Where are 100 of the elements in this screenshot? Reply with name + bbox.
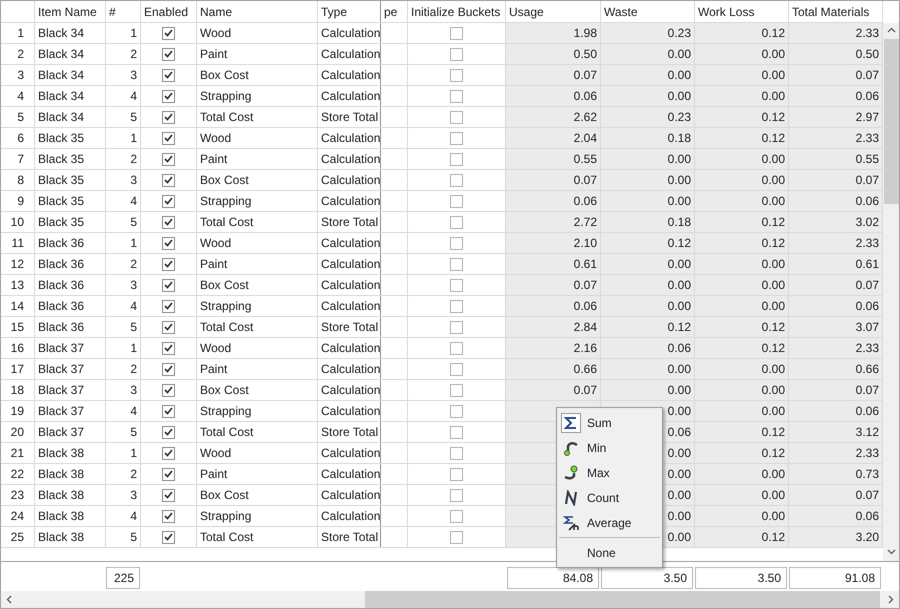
checkbox[interactable] (450, 530, 463, 544)
checkbox[interactable] (162, 426, 175, 438)
checkbox[interactable] (162, 362, 175, 376)
checkbox[interactable] (450, 26, 463, 40)
checkbox[interactable] (162, 90, 175, 102)
checkbox[interactable] (162, 26, 175, 40)
table-cell-text: Wood (200, 25, 232, 42)
table-cell-text: Wood (200, 340, 232, 357)
table-cell: 2.33 (789, 338, 883, 358)
checkbox[interactable] (450, 152, 463, 166)
checkbox[interactable] (450, 446, 463, 460)
checkbox[interactable] (162, 48, 175, 60)
table-cell: 1.98 (506, 23, 601, 43)
summary-cell[interactable]: 84.08 (507, 567, 599, 589)
column-header[interactable]: Waste (604, 2, 638, 20)
table-cell-text: Black 38 (38, 529, 84, 546)
checkbox[interactable] (450, 362, 463, 376)
checkbox[interactable] (162, 152, 175, 166)
table-cell-text: Black 36 (38, 298, 84, 315)
table-cell-text: Black 35 (38, 172, 84, 189)
checkbox[interactable] (450, 236, 463, 250)
table-cell: 2.97 (789, 107, 883, 127)
checkbox[interactable] (450, 384, 463, 396)
checkbox[interactable] (162, 132, 175, 144)
column-header[interactable]: Initialize Buckets (411, 2, 500, 20)
scroll-up-icon[interactable] (886, 27, 896, 33)
checkbox[interactable] (450, 468, 463, 480)
table-cell-text: Black 36 (38, 235, 84, 252)
table-cell-text: Calculation (321, 508, 380, 525)
checkbox[interactable] (162, 258, 175, 270)
checkbox[interactable] (450, 300, 463, 312)
checkbox[interactable] (450, 68, 463, 82)
table-cell: 0.55 (789, 149, 883, 169)
checkbox[interactable] (162, 342, 175, 354)
table-cell: 0.00 (601, 380, 695, 400)
scrollbar-thumb[interactable] (365, 591, 880, 608)
scroll-down-icon[interactable] (886, 549, 896, 555)
summary-cell[interactable]: 3.50 (601, 567, 693, 589)
horizontal-scrollbar[interactable] (1, 591, 899, 608)
checkbox[interactable] (162, 68, 175, 82)
checkbox[interactable] (450, 404, 463, 418)
checkbox[interactable] (450, 510, 463, 522)
scrollbar-thumb[interactable] (884, 39, 898, 204)
table-cell-text: Calculation (321, 151, 380, 168)
row-number: 23 (10, 487, 24, 504)
checkbox[interactable] (450, 194, 463, 208)
checkbox[interactable] (450, 488, 463, 502)
checkbox[interactable] (162, 468, 175, 480)
checkbox[interactable] (162, 278, 175, 292)
column-header[interactable]: Item Name (38, 2, 97, 20)
checkbox[interactable] (162, 320, 175, 334)
column-header[interactable]: Enabled (144, 2, 188, 20)
row-number: 11 (12, 235, 24, 252)
column-header[interactable]: Total Materials (792, 2, 870, 20)
scroll-left-icon[interactable] (6, 595, 12, 604)
checkbox[interactable] (450, 110, 463, 124)
checkbox[interactable] (162, 300, 175, 312)
table-cell: 0.23 (601, 107, 695, 127)
checkbox[interactable] (162, 216, 175, 228)
column-header[interactable]: # (109, 2, 116, 20)
table-cell-text: Wood (200, 130, 232, 147)
checkbox[interactable] (450, 278, 463, 292)
checkbox[interactable] (450, 426, 463, 438)
column-header[interactable]: Type (321, 2, 348, 20)
table-cell: 0.00 (695, 485, 789, 505)
column-header[interactable]: Name (200, 2, 232, 20)
table-cell: 0.18 (601, 212, 695, 232)
table-cell: 0.00 (601, 65, 695, 85)
checkbox[interactable] (450, 216, 463, 228)
scroll-right-icon[interactable] (888, 595, 894, 604)
checkbox[interactable] (162, 384, 175, 396)
table-cell: 0.00 (695, 275, 789, 295)
checkbox[interactable] (162, 488, 175, 502)
vertical-scrollbar[interactable] (883, 23, 899, 561)
checkbox[interactable] (162, 174, 175, 186)
checkbox[interactable] (450, 48, 463, 60)
summary-cell[interactable]: 91.08 (789, 567, 881, 589)
table-cell: 0.12 (601, 317, 695, 337)
row-number: 8 (17, 172, 24, 189)
checkbox[interactable] (162, 530, 175, 544)
checkbox[interactable] (162, 236, 175, 250)
checkbox[interactable] (450, 320, 463, 334)
table-cell-text: Total Cost (200, 529, 254, 546)
checkbox[interactable] (450, 174, 463, 186)
summary-cell[interactable]: 225 (106, 567, 140, 589)
summary-cell[interactable]: 3.50 (695, 567, 787, 589)
column-header[interactable]: Work Loss (698, 2, 754, 20)
column-header[interactable]: Usage (509, 2, 544, 20)
checkbox[interactable] (162, 446, 175, 460)
checkbox[interactable] (450, 132, 463, 144)
checkbox[interactable] (450, 258, 463, 270)
checkbox[interactable] (450, 90, 463, 102)
column-header[interactable]: pe (384, 2, 398, 20)
checkbox[interactable] (162, 110, 175, 124)
table-cell-text: 1 (130, 235, 137, 252)
checkbox[interactable] (162, 510, 175, 522)
checkbox[interactable] (162, 194, 175, 208)
checkbox[interactable] (162, 404, 175, 418)
table-cell: 0.00 (601, 86, 695, 106)
checkbox[interactable] (450, 342, 463, 354)
